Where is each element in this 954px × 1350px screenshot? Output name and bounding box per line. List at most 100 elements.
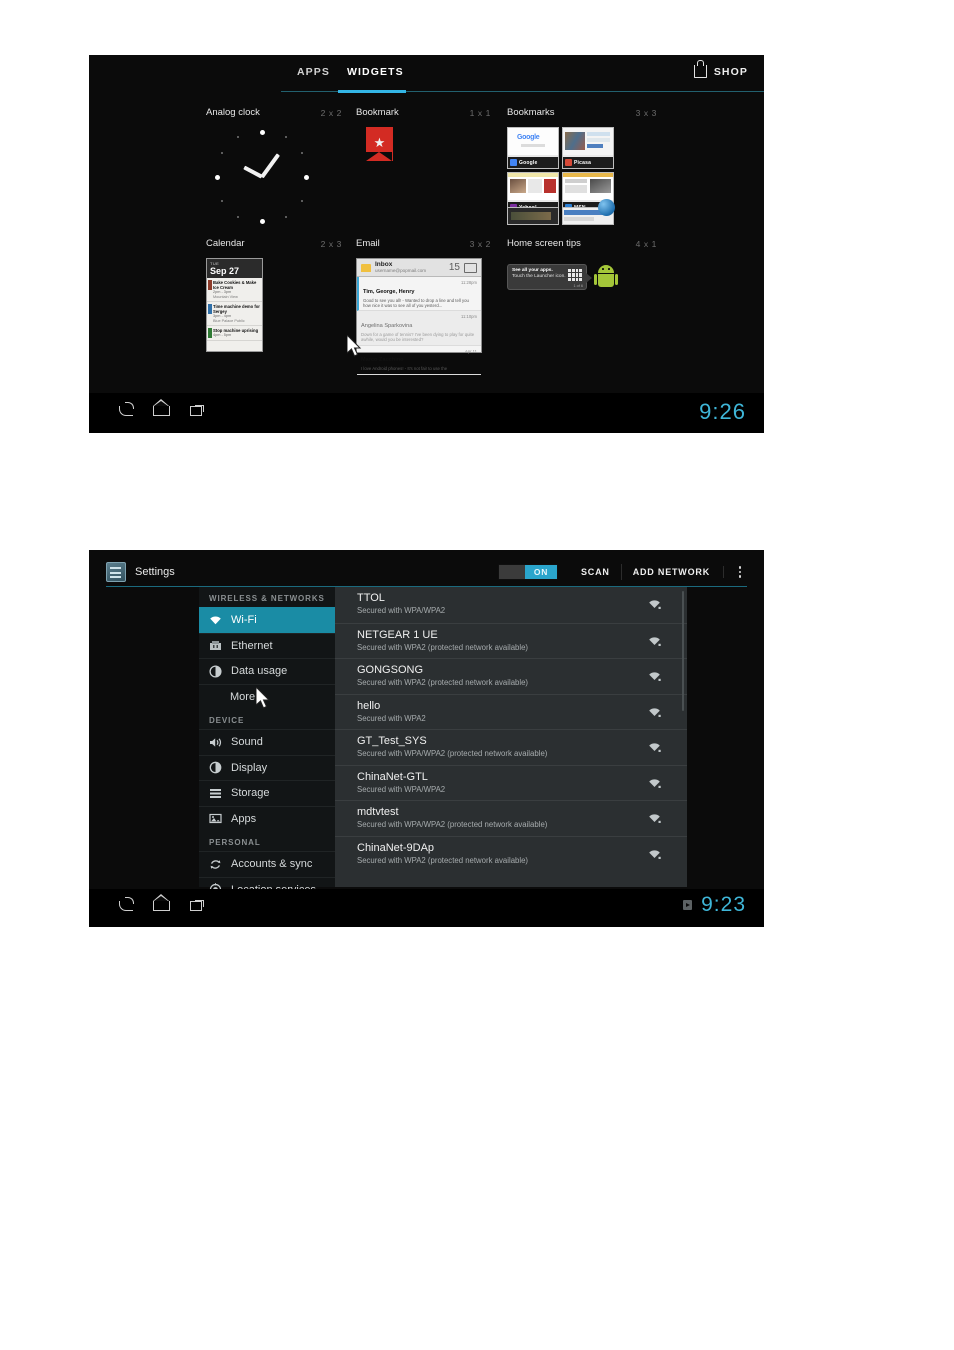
wifi-network-row[interactable]: ChinaNet-9DAp Secured with WPA2 (protect… — [335, 835, 687, 872]
wifi-signal-icon — [648, 847, 661, 859]
network-security: Secured with WPA/WPA2 — [357, 784, 446, 794]
widget-header: Bookmarks 3 x 3 — [507, 107, 657, 121]
android-robot-icon — [594, 264, 618, 290]
navigation-bar: 9:26 — [89, 393, 764, 433]
widget-cell-analog-clock[interactable]: Analog clock 2 x 2 — [206, 107, 342, 227]
tile-label: Picasa — [574, 159, 592, 166]
calendar-event: Bake Cookies & Make Ice Cream 2pm - 3pm … — [207, 278, 262, 303]
widget-cell-calendar[interactable]: Calendar 2 x 3 TUE Sep 27 Bake Cookies &… — [206, 238, 342, 352]
sidebar-group-personal: PERSONAL — [209, 838, 261, 847]
widget-cell-home-screen-tips[interactable]: Home screen tips 4 x 1 See all your apps… — [507, 238, 657, 296]
settings-action-bar: Settings ON SCAN ADD NETWORK — [106, 558, 747, 587]
home-icon[interactable] — [152, 893, 170, 911]
network-security: Secured with WPA/WPA2 — [357, 606, 446, 615]
settings-sidebar: WIRELESS & NETWORKS Wi-Fi Ethernet Data … — [199, 587, 335, 897]
data-usage-icon — [209, 665, 222, 678]
email-folder-name: Inbox — [375, 261, 393, 269]
tip-counter: 1 of 6 — [573, 284, 584, 288]
wifi-network-row[interactable]: GONGSONG Secured with WPA2 (protected ne… — [335, 658, 687, 694]
bookmarks-grid: Google Google Picasa — [507, 127, 615, 225]
wifi-toggle-switch[interactable]: ON — [498, 564, 558, 580]
calendar-date: Sep 27 — [210, 266, 240, 276]
sidebar-item-ethernet[interactable]: Ethernet — [199, 632, 335, 659]
status-clock: 9:23 — [701, 893, 746, 916]
widget-cell-bookmark[interactable]: Bookmark 1 x 1 ★ — [356, 107, 491, 161]
network-ssid: ChinaNet-GTL — [357, 770, 428, 783]
tabbar-rule-left — [281, 91, 338, 92]
thumbnail — [563, 128, 613, 155]
email-account-block: Inbox username@popmail.com — [375, 261, 445, 274]
back-icon[interactable] — [119, 896, 134, 911]
email-snippet: Good to see you all! - Wanted to drop a … — [363, 297, 469, 308]
back-icon[interactable] — [119, 401, 134, 416]
email-widget-preview: Inbox username@popmail.com 15 Tim, Georg… — [356, 258, 482, 376]
add-network-button[interactable]: ADD NETWORK — [620, 564, 721, 580]
sidebar-item-label: Ethernet — [231, 639, 273, 652]
sidebar-item-storage[interactable]: Storage — [199, 780, 335, 806]
event-title: Time machine demo for Sergey — [213, 304, 260, 315]
wifi-network-row[interactable]: mdtvtest Secured with WPA/WPA2 (protecte… — [335, 800, 687, 836]
wifi-network-row[interactable]: ChinaNet-GTL Secured with WPA/WPA2 — [335, 764, 687, 801]
network-ssid: TTOL — [357, 592, 385, 604]
email-account: username@popmail.com — [375, 268, 427, 274]
wifi-network-row[interactable]: TTOL Secured with WPA/WPA2 — [335, 587, 687, 623]
event-location: Blue Palace Public — [213, 318, 245, 323]
event-color — [208, 328, 212, 339]
network-security: Secured with WPA2 (protected network ava… — [357, 678, 529, 687]
network-ssid: GT_Test_SYS — [357, 735, 427, 747]
home-icon[interactable] — [152, 398, 170, 416]
widget-preview: See all your apps. Touch the Launcher ic… — [507, 258, 657, 296]
sidebar-item-wifi[interactable]: Wi-Fi — [199, 607, 335, 633]
wifi-network-row[interactable]: NETGEAR 1 UE Secured with WPA2 (protecte… — [335, 622, 687, 659]
sidebar-item-label: Data usage — [231, 665, 288, 678]
thumbnail: Google — [508, 128, 558, 155]
bookmark-tile: Picasa — [562, 127, 614, 169]
apps-icon — [209, 812, 222, 825]
recents-icon[interactable] — [190, 405, 204, 416]
widget-size: 3 x 2 — [469, 239, 491, 249]
sidebar-item-label: Apps — [231, 812, 257, 825]
widget-size: 3 x 3 — [635, 108, 657, 118]
widget-size: 1 x 1 — [469, 108, 491, 118]
widget-cell-bookmarks[interactable]: Bookmarks 3 x 3 Google Google Picasa — [507, 107, 657, 225]
widget-header: Calendar 2 x 3 — [206, 238, 342, 252]
tile-label-bar: Picasa — [563, 157, 613, 168]
wifi-network-row[interactable]: hello Secured with WPA2 — [335, 693, 687, 730]
overflow-menu-icon[interactable] — [723, 566, 747, 578]
sidebar-item-apps[interactable]: Apps — [199, 805, 335, 832]
sidebar-item-sound[interactable]: Sound — [199, 729, 335, 755]
scan-button[interactable]: SCAN — [570, 564, 621, 580]
status-clock: 9:26 — [699, 399, 746, 424]
wifi-network-row[interactable]: GT_Test_SYS Secured with WPA/WPA2 (prote… — [335, 729, 687, 765]
widget-cell-email[interactable]: Email 3 x 2 Inbox username@popmail.com 1… — [356, 238, 491, 376]
email-sender: Angelina Sparkovina — [361, 322, 413, 329]
sync-icon — [209, 858, 222, 871]
widget-preview: Inbox username@popmail.com 15 Tim, Georg… — [356, 258, 491, 376]
sidebar-item-accounts-sync[interactable]: Accounts & sync — [199, 851, 335, 877]
widget-size: 4 x 1 — [635, 239, 657, 249]
calendar-event: Time machine demo for Sergey 3pm - 4pm B… — [207, 302, 262, 327]
widget-title: Analog clock — [206, 107, 260, 118]
wifi-network-list[interactable]: TTOL Secured with WPA/WPA2 NETGEAR 1 UE … — [335, 587, 687, 887]
tab-apps[interactable]: APPS — [297, 66, 330, 78]
toggle-state-label: ON — [525, 565, 557, 579]
list-scrollbar[interactable] — [682, 591, 684, 711]
favicon — [565, 159, 572, 166]
widget-preview — [206, 127, 342, 227]
email-row: Tim, George, Henry 11:28pm Good to see y… — [357, 277, 481, 312]
recents-icon[interactable] — [190, 900, 204, 911]
email-header: Inbox username@popmail.com 15 — [357, 259, 481, 277]
tab-widgets[interactable]: WIDGETS — [347, 66, 404, 78]
thumbnail — [508, 208, 558, 224]
widget-preview: TUE Sep 27 Bake Cookies & Make Ice Cream… — [206, 258, 342, 352]
settings-app-icon[interactable] — [106, 562, 126, 582]
sidebar-item-data-usage[interactable]: Data usage — [199, 658, 335, 684]
shopping-bag-icon — [693, 60, 707, 78]
sidebar-item-display[interactable]: Display — [199, 754, 335, 781]
sidebar-group-wireless: WIRELESS & NETWORKS — [209, 594, 325, 603]
sd-card-icon[interactable] — [683, 900, 693, 910]
network-security: Secured with WPA/WPA2 (protected network… — [357, 749, 548, 758]
toggle-track — [499, 565, 525, 579]
shop-button[interactable]: SHOP — [693, 60, 748, 78]
tip-bubble: See all your apps. Touch the Launcher ic… — [507, 264, 592, 290]
